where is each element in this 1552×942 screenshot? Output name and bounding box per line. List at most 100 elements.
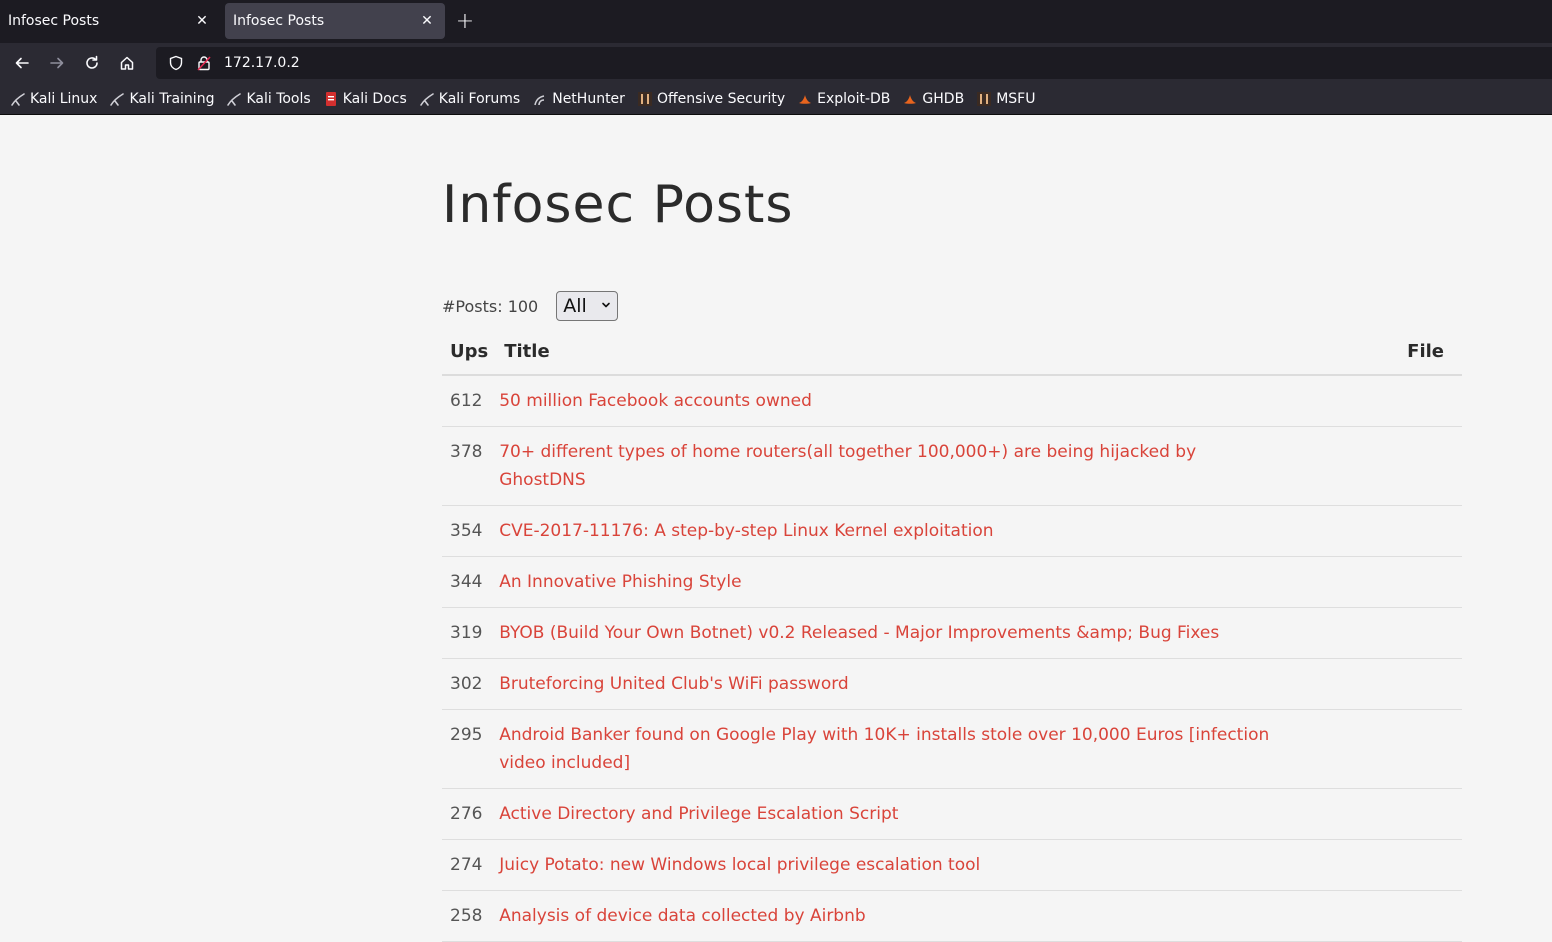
post-title-cell: Juicy Potato: new Windows local privileg… bbox=[496, 839, 1382, 891]
bookmark-exploit-db[interactable]: Exploit-DB bbox=[797, 91, 890, 107]
bookmark-label: MSFU bbox=[996, 90, 1036, 107]
post-file bbox=[1382, 556, 1462, 608]
insecure-lock-icon[interactable] bbox=[194, 53, 214, 73]
forward-arrow-icon bbox=[50, 57, 64, 69]
post-title-link[interactable]: Android Banker found on Google Play with… bbox=[499, 725, 1269, 773]
post-title-link[interactable]: Bruteforcing United Club's WiFi password bbox=[499, 674, 848, 694]
bookmark-kali-tools[interactable]: Kali Tools bbox=[226, 91, 311, 107]
filter-selected-value: All bbox=[563, 295, 587, 317]
kali-dragon-icon bbox=[419, 91, 435, 107]
post-title-link[interactable]: An Innovative Phishing Style bbox=[499, 572, 741, 592]
reload-button[interactable] bbox=[76, 47, 108, 79]
bookmarks-toolbar: Kali Linux Kali Training Kali Tools Kali Do… bbox=[0, 83, 1552, 115]
page-title: Infosec Posts bbox=[442, 175, 794, 235]
kali-dragon-icon bbox=[109, 91, 125, 107]
post-title-cell: 70+ different types of home routers(all … bbox=[496, 426, 1382, 506]
close-tab-icon[interactable]: ✕ bbox=[194, 13, 210, 29]
post-file bbox=[1382, 709, 1462, 789]
post-file bbox=[1382, 375, 1462, 427]
posts-table: Ups Title File 612 50 million Facebook ac… bbox=[442, 337, 1462, 942]
post-title-link[interactable]: Analysis of device data collected by Air… bbox=[499, 906, 865, 926]
chevron-down-icon bbox=[602, 302, 611, 308]
table-row: 258 Analysis of device data collected by … bbox=[442, 890, 1462, 942]
forward-button[interactable] bbox=[41, 47, 73, 79]
bookmark-label: Kali Docs bbox=[342, 90, 407, 107]
post-file bbox=[1382, 426, 1462, 506]
post-title-cell: An Innovative Phishing Style bbox=[496, 556, 1382, 608]
table-row: 612 50 million Facebook accounts owned bbox=[442, 375, 1462, 427]
post-title-link[interactable]: Active Directory and Privilege Escalatio… bbox=[499, 804, 898, 824]
home-icon bbox=[120, 56, 134, 70]
post-ups: 274 bbox=[442, 839, 497, 891]
bookmark-label: Kali Training bbox=[129, 90, 215, 107]
exploitdb-icon bbox=[902, 91, 918, 107]
tab-strip: Infosec Posts ✕ Infosec Posts ✕ + bbox=[0, 0, 1552, 43]
post-ups: 319 bbox=[442, 607, 497, 659]
bookmark-label: Kali Linux bbox=[30, 90, 98, 107]
post-title-cell: Bruteforcing United Club's WiFi password bbox=[496, 658, 1382, 710]
exploitdb-icon bbox=[797, 91, 813, 107]
kali-dragon-icon bbox=[10, 91, 26, 107]
new-tab-button[interactable]: + bbox=[449, 3, 481, 39]
bookmark-kali-docs[interactable]: Kali Docs bbox=[323, 91, 407, 107]
table-row: 378 70+ different types of home routers(a… bbox=[442, 426, 1462, 506]
post-title-link[interactable]: 50 million Facebook accounts owned bbox=[499, 391, 812, 411]
bookmark-nethunter[interactable]: NetHunter bbox=[532, 91, 625, 107]
post-count: #Posts: 100 bbox=[442, 296, 539, 316]
browser-tab-2[interactable]: Infosec Posts ✕ bbox=[225, 3, 445, 39]
table-row: 295 Android Banker found on Google Play w… bbox=[442, 709, 1462, 789]
post-title-link[interactable]: 70+ different types of home routers(all … bbox=[499, 442, 1196, 490]
post-title-cell: CVE-2017-11176: A step-by-step Linux Ker… bbox=[496, 505, 1382, 557]
shield-icon[interactable] bbox=[166, 53, 186, 73]
reload-icon bbox=[86, 55, 98, 69]
bookmark-msfu[interactable]: MSFU bbox=[976, 91, 1035, 107]
back-button[interactable] bbox=[6, 47, 38, 79]
bookmark-kali-linux[interactable]: Kali Linux bbox=[10, 91, 97, 107]
nethunter-icon bbox=[532, 91, 548, 107]
page-viewport: Infosec Posts #Posts: 100 All Ups Title … bbox=[0, 115, 1552, 942]
bookmark-ghdb[interactable]: GHDB bbox=[902, 91, 964, 107]
filter-select[interactable]: All bbox=[556, 291, 619, 321]
post-file bbox=[1382, 505, 1462, 557]
table-row: 276 Active Directory and Privilege Escala… bbox=[442, 788, 1462, 840]
navigation-toolbar: 172.17.0.2 bbox=[0, 43, 1552, 83]
post-file bbox=[1382, 607, 1462, 659]
bookmark-offensive-security[interactable]: Offensive Security bbox=[637, 91, 785, 107]
table-row: 302 Bruteforcing United Club's WiFi passw… bbox=[442, 658, 1462, 710]
post-title-cell: BYOB (Build Your Own Botnet) v0.2 Releas… bbox=[496, 607, 1382, 659]
table-header-row: Ups Title File bbox=[442, 337, 1462, 376]
url-text: 172.17.0.2 bbox=[224, 55, 300, 71]
tab-title: Infosec Posts bbox=[233, 13, 325, 29]
post-title-link[interactable]: CVE-2017-11176: A step-by-step Linux Ker… bbox=[499, 521, 993, 541]
offsec-icon bbox=[976, 91, 992, 107]
post-ups: 276 bbox=[442, 788, 497, 840]
close-tab-icon[interactable]: ✕ bbox=[419, 13, 435, 29]
post-ups: 344 bbox=[442, 556, 497, 608]
bookmark-kali-training[interactable]: Kali Training bbox=[109, 91, 214, 107]
post-file bbox=[1382, 788, 1462, 840]
bookmark-label: NetHunter bbox=[552, 90, 625, 107]
bookmark-label: GHDB bbox=[922, 90, 965, 107]
post-ups: 258 bbox=[442, 890, 497, 942]
post-title-link[interactable]: BYOB (Build Your Own Botnet) v0.2 Releas… bbox=[499, 623, 1219, 643]
post-file bbox=[1382, 658, 1462, 710]
post-controls: #Posts: 100 All bbox=[442, 291, 619, 321]
table-row: 354 CVE-2017-11176: A step-by-step Linux … bbox=[442, 505, 1462, 557]
post-title-cell: Active Directory and Privilege Escalatio… bbox=[496, 788, 1382, 840]
post-ups: 378 bbox=[442, 426, 497, 506]
home-button[interactable] bbox=[111, 47, 143, 79]
browser-tab-1[interactable]: Infosec Posts ✕ bbox=[0, 3, 220, 39]
post-title-cell: Analysis of device data collected by Air… bbox=[496, 890, 1382, 942]
post-ups: 295 bbox=[442, 709, 497, 789]
table-row: 344 An Innovative Phishing Style bbox=[442, 556, 1462, 608]
address-bar[interactable]: 172.17.0.2 bbox=[156, 47, 1552, 79]
bookmark-kali-forums[interactable]: Kali Forums bbox=[419, 91, 520, 107]
post-file bbox=[1382, 839, 1462, 891]
post-title-link[interactable]: Juicy Potato: new Windows local privileg… bbox=[499, 855, 980, 875]
table-row: 274 Juicy Potato: new Windows local privi… bbox=[442, 839, 1462, 891]
bookmark-label: Kali Forums bbox=[438, 90, 521, 107]
post-ups: 354 bbox=[442, 505, 497, 557]
post-file bbox=[1382, 890, 1462, 942]
post-ups: 612 bbox=[442, 375, 497, 427]
table-row: 319 BYOB (Build Your Own Botnet) v0.2 Rel… bbox=[442, 607, 1462, 659]
